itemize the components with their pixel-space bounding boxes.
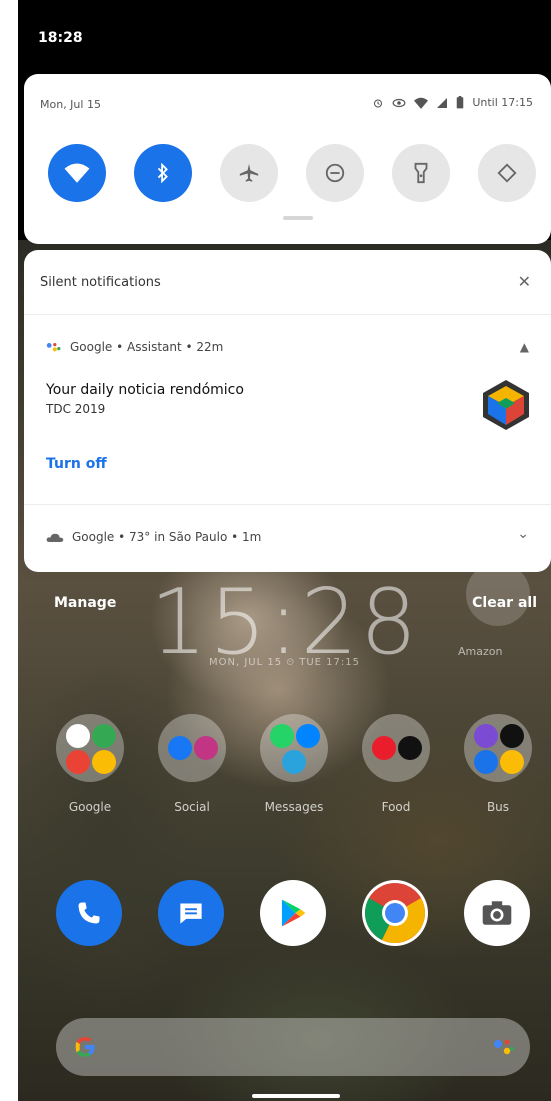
battery-until-text: Until 17:15 (472, 96, 533, 109)
qs-date: Mon, Jul 15 (40, 98, 101, 111)
weather-notification-header: Google • 73° in São Paulo • 1m (46, 530, 261, 544)
app-mini-icon (500, 724, 524, 748)
chrome-mini-icon (66, 724, 90, 748)
phone-app[interactable] (56, 880, 122, 946)
assistant-notification[interactable]: Google • Assistant • 22m ▲ Your daily no… (24, 314, 551, 505)
tile-bluetooth[interactable] (134, 144, 192, 202)
folder-label-bus: Bus (486, 800, 510, 814)
battery-icon (457, 96, 464, 109)
amazon-widget[interactable] (466, 562, 530, 626)
chrome-app[interactable] (362, 880, 428, 946)
alarm-icon (374, 99, 383, 107)
silent-notifications-title: Silent notifications (40, 275, 161, 290)
flashlight-icon (414, 162, 428, 184)
status-bar: 18:28 (18, 0, 551, 72)
messages-app[interactable] (158, 880, 224, 946)
play-store-icon (281, 899, 306, 927)
cell-signal-icon (437, 97, 448, 108)
phone-screen: 18:28 Mon, Jul 15 Until 17:15 Silent not… (18, 0, 551, 1101)
home-clock-date: MON, JUL 15 ⏲ TUE 17:15 (209, 657, 360, 668)
cube-logo-icon (483, 380, 529, 430)
google-assistant-icon (46, 343, 61, 352)
close-icon[interactable]: ✕ (518, 272, 531, 291)
folder-messages[interactable] (260, 714, 328, 782)
assistant-notification-header: Google • Assistant • 22m (46, 340, 223, 354)
weather-notification[interactable]: Google • 73° in São Paulo • 1m ⌄ (24, 504, 551, 572)
qs-tiles (48, 144, 548, 204)
messages-icon (180, 903, 202, 924)
app-mini-icon (474, 750, 498, 774)
camera-icon (482, 901, 512, 925)
collapse-icon[interactable]: ▲ (520, 340, 529, 354)
camera-app[interactable] (464, 880, 530, 946)
gmail-mini-icon (66, 750, 90, 774)
tile-flashlight[interactable] (392, 144, 450, 202)
folder-label-messages: Messages (264, 800, 324, 814)
folder-label-social: Social (174, 800, 210, 814)
folder-label-google: Google (68, 800, 112, 814)
eye-icon (392, 98, 406, 107)
whatsapp-mini-icon (270, 724, 294, 748)
tile-airplane[interactable] (220, 144, 278, 202)
tile-do-not-disturb[interactable] (306, 144, 364, 202)
auto-rotate-icon (497, 163, 517, 183)
chrome-icon (365, 883, 425, 943)
notification-card: Silent notifications ✕ Google • Assistan… (24, 250, 551, 572)
ifood-mini-icon (372, 736, 396, 760)
airplane-icon (239, 163, 259, 182)
wifi-signal-icon (414, 97, 429, 109)
tile-auto-rotate[interactable] (478, 144, 536, 202)
facebook-mini-icon (168, 736, 192, 760)
play-store-app[interactable] (260, 880, 326, 946)
messenger-mini-icon (296, 724, 320, 748)
maps-mini-icon (92, 724, 116, 748)
amazon-label: Amazon (458, 645, 503, 658)
navigation-pill[interactable] (252, 1094, 340, 1098)
google-g-icon (75, 1037, 95, 1057)
cloud-icon (46, 533, 64, 542)
do-not-disturb-icon (325, 163, 345, 183)
bluetooth-icon (157, 163, 168, 183)
tile-wifi[interactable] (48, 144, 106, 202)
folder-social[interactable] (158, 714, 226, 782)
expand-icon[interactable]: ⌄ (517, 526, 529, 542)
google-assistant-mic-icon[interactable] (492, 1036, 514, 1058)
telegram-mini-icon (282, 750, 306, 774)
folder-google[interactable] (56, 714, 124, 782)
wifi-icon (64, 163, 90, 183)
clear-all-button[interactable]: Clear all (472, 595, 537, 611)
quick-settings-panel: Mon, Jul 15 Until 17:15 (24, 74, 551, 244)
app-mini-icon (500, 750, 524, 774)
status-time: 18:28 (38, 30, 83, 46)
uber-eats-mini-icon (398, 736, 422, 760)
assistant-notification-title: Your daily noticia rendómico (46, 382, 244, 398)
folder-label-food: Food (381, 800, 411, 814)
folder-bus[interactable] (464, 714, 532, 782)
instagram-mini-icon (194, 736, 218, 760)
assistant-notification-subtitle: TDC 2019 (46, 402, 106, 416)
turn-off-button[interactable]: Turn off (46, 456, 107, 472)
qs-status-icons: Until 17:15 (372, 96, 533, 109)
app-mini-icon (474, 724, 498, 748)
silent-notifications-header: Silent notifications ✕ (24, 250, 551, 315)
folder-food[interactable] (362, 714, 430, 782)
weather-notification-text: Google • 73° in São Paulo • 1m (72, 530, 262, 544)
phone-icon (78, 902, 100, 924)
google-search-bar[interactable] (56, 1018, 530, 1076)
photos-mini-icon (92, 750, 116, 774)
qs-drag-handle[interactable] (283, 216, 313, 220)
manage-button[interactable]: Manage (54, 595, 116, 611)
assistant-notification-source: Google • Assistant • 22m (70, 340, 224, 354)
